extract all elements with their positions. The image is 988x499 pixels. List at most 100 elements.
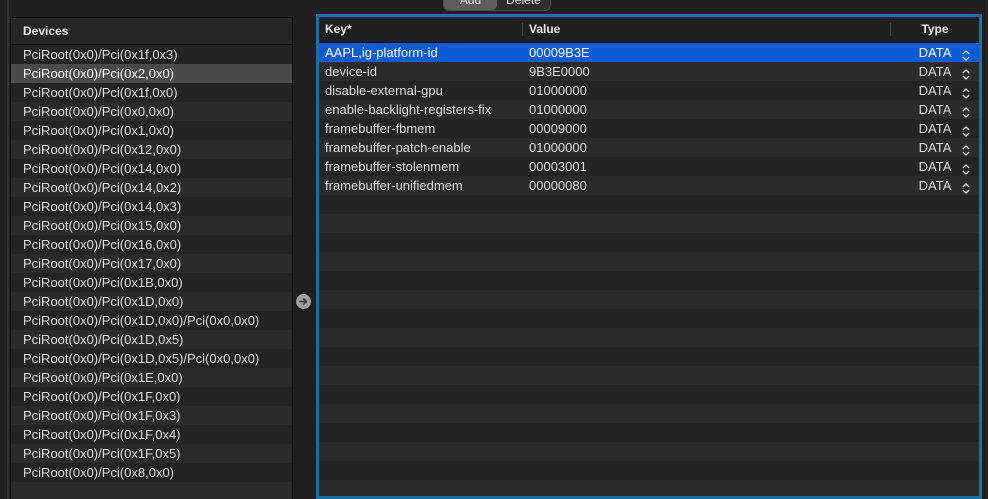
- empty-table-stripe: [319, 480, 979, 499]
- devices-panel-header: Devices: [11, 18, 292, 45]
- empty-table-stripe: [319, 328, 979, 347]
- empty-table-stripe: [319, 347, 979, 366]
- device-list-item[interactable]: PciRoot(0x0)/Pci(0x1F,0x5): [11, 444, 292, 463]
- property-type-label: DATA: [919, 81, 952, 100]
- property-type-label: DATA: [919, 43, 952, 62]
- empty-table-stripe: [319, 423, 979, 442]
- property-key-cell[interactable]: framebuffer-stolenmem: [325, 157, 519, 176]
- column-header-type[interactable]: Type: [891, 17, 979, 42]
- device-list: PciRoot(0x0)/Pci(0x1f,0x3)PciRoot(0x0)/P…: [11, 45, 292, 499]
- property-row[interactable]: framebuffer-stolenmem 00003001 DATA: [319, 157, 979, 176]
- property-key-cell[interactable]: enable-backlight-registers-fix: [325, 100, 519, 119]
- empty-table-stripe: [319, 214, 979, 233]
- property-type-label: DATA: [919, 100, 952, 119]
- property-type-popup[interactable]: DATA: [891, 62, 979, 81]
- device-list-item[interactable]: PciRoot(0x0)/Pci(0x14,0x3): [11, 197, 292, 216]
- property-type-popup[interactable]: DATA: [891, 157, 979, 176]
- device-list-item[interactable]: PciRoot(0x0)/Pci(0x1E,0x0): [11, 368, 292, 387]
- device-list-item[interactable]: PciRoot(0x0)/Pci(0x1D,0x5)/Pci(0x0,0x0): [11, 349, 292, 368]
- column-divider: [522, 23, 523, 36]
- property-type-label: DATA: [919, 62, 952, 81]
- property-value-cell[interactable]: 00009000: [529, 119, 587, 138]
- empty-table-stripe: [319, 233, 979, 252]
- properties-table-header: Key* Value Type: [319, 17, 979, 43]
- sidebar-splitter[interactable]: [7, 0, 9, 499]
- device-list-item[interactable]: PciRoot(0x0)/Pci(0x1D,0x0)/Pci(0x0,0x0): [11, 311, 292, 330]
- device-list-item[interactable]: PciRoot(0x0)/Pci(0x1f,0x3): [11, 45, 292, 64]
- property-type-popup[interactable]: DATA: [891, 81, 979, 100]
- property-type-popup[interactable]: DATA: [891, 100, 979, 119]
- transfer-arrow-button[interactable]: [296, 294, 311, 309]
- property-value-cell[interactable]: 01000000: [529, 100, 587, 119]
- property-row[interactable]: disable-external-gpu 01000000 DATA: [319, 81, 979, 100]
- add-delete-segmented-control: Add Delete: [443, 0, 551, 11]
- property-type-popup[interactable]: DATA: [891, 43, 979, 62]
- property-type-popup[interactable]: DATA: [891, 138, 979, 157]
- add-segment[interactable]: Add: [444, 0, 497, 10]
- device-list-item[interactable]: PciRoot(0x0)/Pci(0x1F,0x4): [11, 425, 292, 444]
- properties-table-body: AAPL,ig-platform-id00009B3EDATAdevice-id…: [319, 43, 979, 499]
- device-list-item[interactable]: PciRoot(0x0)/Pci(0x14,0x2): [11, 178, 292, 197]
- property-type-label: DATA: [919, 119, 952, 138]
- property-key-cell[interactable]: framebuffer-patch-enable: [325, 138, 519, 157]
- property-value-cell[interactable]: 01000000: [529, 138, 587, 157]
- property-key-cell[interactable]: disable-external-gpu: [325, 81, 519, 100]
- property-type-popup[interactable]: DATA: [891, 119, 979, 138]
- window-edge-divider: [986, 0, 987, 499]
- empty-table-stripe: [319, 461, 979, 480]
- device-list-item[interactable]: PciRoot(0x0)/Pci(0x1D,0x0): [11, 292, 292, 311]
- property-type-popup[interactable]: DATA: [891, 176, 979, 195]
- devices-panel: Devices PciRoot(0x0)/Pci(0x1f,0x3)PciRoo…: [10, 17, 293, 499]
- property-value-cell[interactable]: 00000080: [529, 176, 587, 195]
- empty-table-stripe: [319, 271, 979, 290]
- property-type-label: DATA: [919, 138, 952, 157]
- device-list-item[interactable]: PciRoot(0x0)/Pci(0x1F,0x3): [11, 406, 292, 425]
- empty-table-stripe: [319, 404, 979, 423]
- property-row[interactable]: framebuffer-fbmem 00009000 DATA: [319, 119, 979, 138]
- property-value-cell[interactable]: 00003001: [529, 157, 587, 176]
- device-list-item[interactable]: PciRoot(0x0)/Pci(0x1D,0x5): [11, 330, 292, 349]
- device-list-item[interactable]: PciRoot(0x0)/Pci(0x2,0x0): [11, 64, 292, 83]
- property-row[interactable]: framebuffer-unifiedmem 00000080 DATA: [319, 176, 979, 195]
- empty-table-stripe: [319, 195, 979, 214]
- column-divider: [890, 23, 891, 36]
- property-row[interactable]: AAPL,ig-platform-id 00009B3E DATA: [319, 43, 979, 62]
- properties-table: Key* Value Type AAPL,ig-platform-id 00009…: [316, 14, 982, 499]
- property-row[interactable]: enable-backlight-registers-fix 01000000 DA…: [319, 100, 979, 119]
- device-list-item[interactable]: PciRoot(0x0)/Pci(0x15,0x0): [11, 216, 292, 235]
- empty-table-stripe: [319, 290, 979, 309]
- device-list-item[interactable]: PciRoot(0x0)/Pci(0x1B,0x0): [11, 273, 292, 292]
- property-value-cell[interactable]: 00009B3E: [529, 43, 590, 62]
- device-list-item[interactable]: PciRoot(0x0)/Pci(0x12,0x0): [11, 140, 292, 159]
- device-list-item[interactable]: PciRoot(0x0)/Pci(0x8,0x0): [11, 463, 292, 482]
- device-list-item[interactable]: PciRoot(0x0)/Pci(0x17,0x0): [11, 254, 292, 273]
- property-key-cell[interactable]: AAPL,ig-platform-id: [325, 43, 519, 62]
- device-list-item[interactable]: PciRoot(0x0)/Pci(0x14,0x0): [11, 159, 292, 178]
- property-key-cell[interactable]: framebuffer-unifiedmem: [325, 176, 519, 195]
- property-value-cell[interactable]: 01000000: [529, 81, 587, 100]
- empty-table-stripe: [319, 366, 979, 385]
- delete-segment[interactable]: Delete: [497, 0, 550, 10]
- property-row[interactable]: framebuffer-patch-enable 01000000 DATA: [319, 138, 979, 157]
- property-type-label: DATA: [919, 157, 952, 176]
- device-list-item[interactable]: PciRoot(0x0)/Pci(0x16,0x0): [11, 235, 292, 254]
- empty-list-stripe: [11, 482, 292, 499]
- empty-table-stripe: [319, 385, 979, 404]
- property-type-label: DATA: [919, 176, 952, 195]
- up-down-chevrons-icon[interactable]: [962, 180, 970, 199]
- device-list-item[interactable]: PciRoot(0x0)/Pci(0x1f,0x0): [11, 83, 292, 102]
- device-list-item[interactable]: PciRoot(0x0)/Pci(0x0,0x0): [11, 102, 292, 121]
- device-list-item[interactable]: PciRoot(0x0)/Pci(0x1,0x0): [11, 121, 292, 140]
- column-header-value[interactable]: Value: [529, 17, 560, 42]
- empty-table-stripe: [319, 442, 979, 461]
- empty-table-stripe: [319, 252, 979, 271]
- column-header-key[interactable]: Key*: [325, 17, 352, 42]
- property-row[interactable]: device-id 9B3E0000 DATA: [319, 62, 979, 81]
- device-list-item[interactable]: PciRoot(0x0)/Pci(0x1F,0x0): [11, 387, 292, 406]
- arrow-right-icon: [299, 297, 308, 306]
- empty-table-stripe: [319, 309, 979, 328]
- devices-properties-screen: { "toolbar": { "segments": [ { "label": …: [0, 0, 988, 499]
- property-key-cell[interactable]: framebuffer-fbmem: [325, 119, 519, 138]
- property-value-cell[interactable]: 9B3E0000: [529, 62, 590, 81]
- property-key-cell[interactable]: device-id: [325, 62, 519, 81]
